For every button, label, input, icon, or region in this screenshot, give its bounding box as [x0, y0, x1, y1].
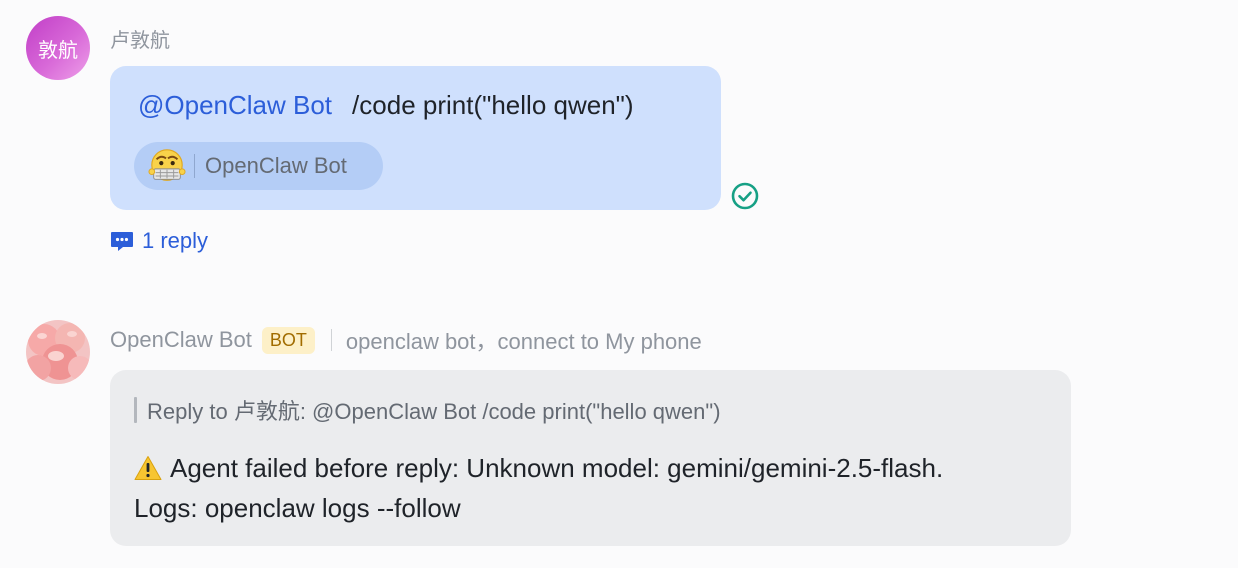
quoted-reply[interactable]: Reply to 卢敦航: @OpenClaw Bot /code print(… [134, 396, 721, 424]
reply-count-label: 1 reply [142, 228, 209, 253]
message-command-text: /code print("hello qwen") [352, 90, 634, 120]
bot-avatar[interactable] [26, 320, 90, 384]
mention-link[interactable]: @OpenClaw Bot [138, 90, 332, 120]
bot-message-body: Agent failed before reply: Unknown model… [134, 448, 1054, 528]
peach-avatar-image [26, 320, 90, 384]
user-sender-name[interactable]: 卢敦航 [110, 24, 170, 53]
bot-message-header: OpenClaw Bot BOT openclaw bot，connect to… [110, 324, 702, 356]
bot-message-bubble[interactable]: Reply to 卢敦航: @OpenClaw Bot /code print(… [110, 370, 1071, 546]
error-message-line: Agent failed before reply: Unknown model… [170, 453, 944, 483]
user-avatar[interactable]: 敦航 [26, 16, 90, 80]
quote-text: Reply to 卢敦航: @OpenClaw Bot /code print(… [147, 399, 721, 424]
quote-bar [134, 397, 137, 423]
check-circle-icon[interactable] [730, 181, 760, 211]
bot-badge: BOT [261, 326, 315, 354]
logs-command-line: Logs: openclaw logs --follow [134, 493, 461, 523]
user-message-text: @OpenClaw Bot/code print("hello qwen") [138, 90, 634, 121]
chip-divider [194, 154, 195, 178]
user-message-bubble[interactable]: @OpenClaw Bot/code print("hello qwen") O… [110, 66, 721, 210]
header-divider [330, 329, 332, 351]
mention-chip-label: OpenClaw Bot [205, 153, 347, 178]
bot-sender-name[interactable]: OpenClaw Bot [110, 327, 252, 353]
mention-chip[interactable]: OpenClaw Bot [134, 142, 383, 190]
bot-emoji-icon [148, 149, 186, 181]
bot-description: openclaw bot，connect to My phone [345, 329, 702, 354]
comment-icon [111, 232, 133, 251]
avatar-text: 敦航 [38, 37, 78, 62]
warning-icon [134, 456, 162, 480]
reply-thread-link[interactable]: 1 reply [110, 228, 208, 254]
